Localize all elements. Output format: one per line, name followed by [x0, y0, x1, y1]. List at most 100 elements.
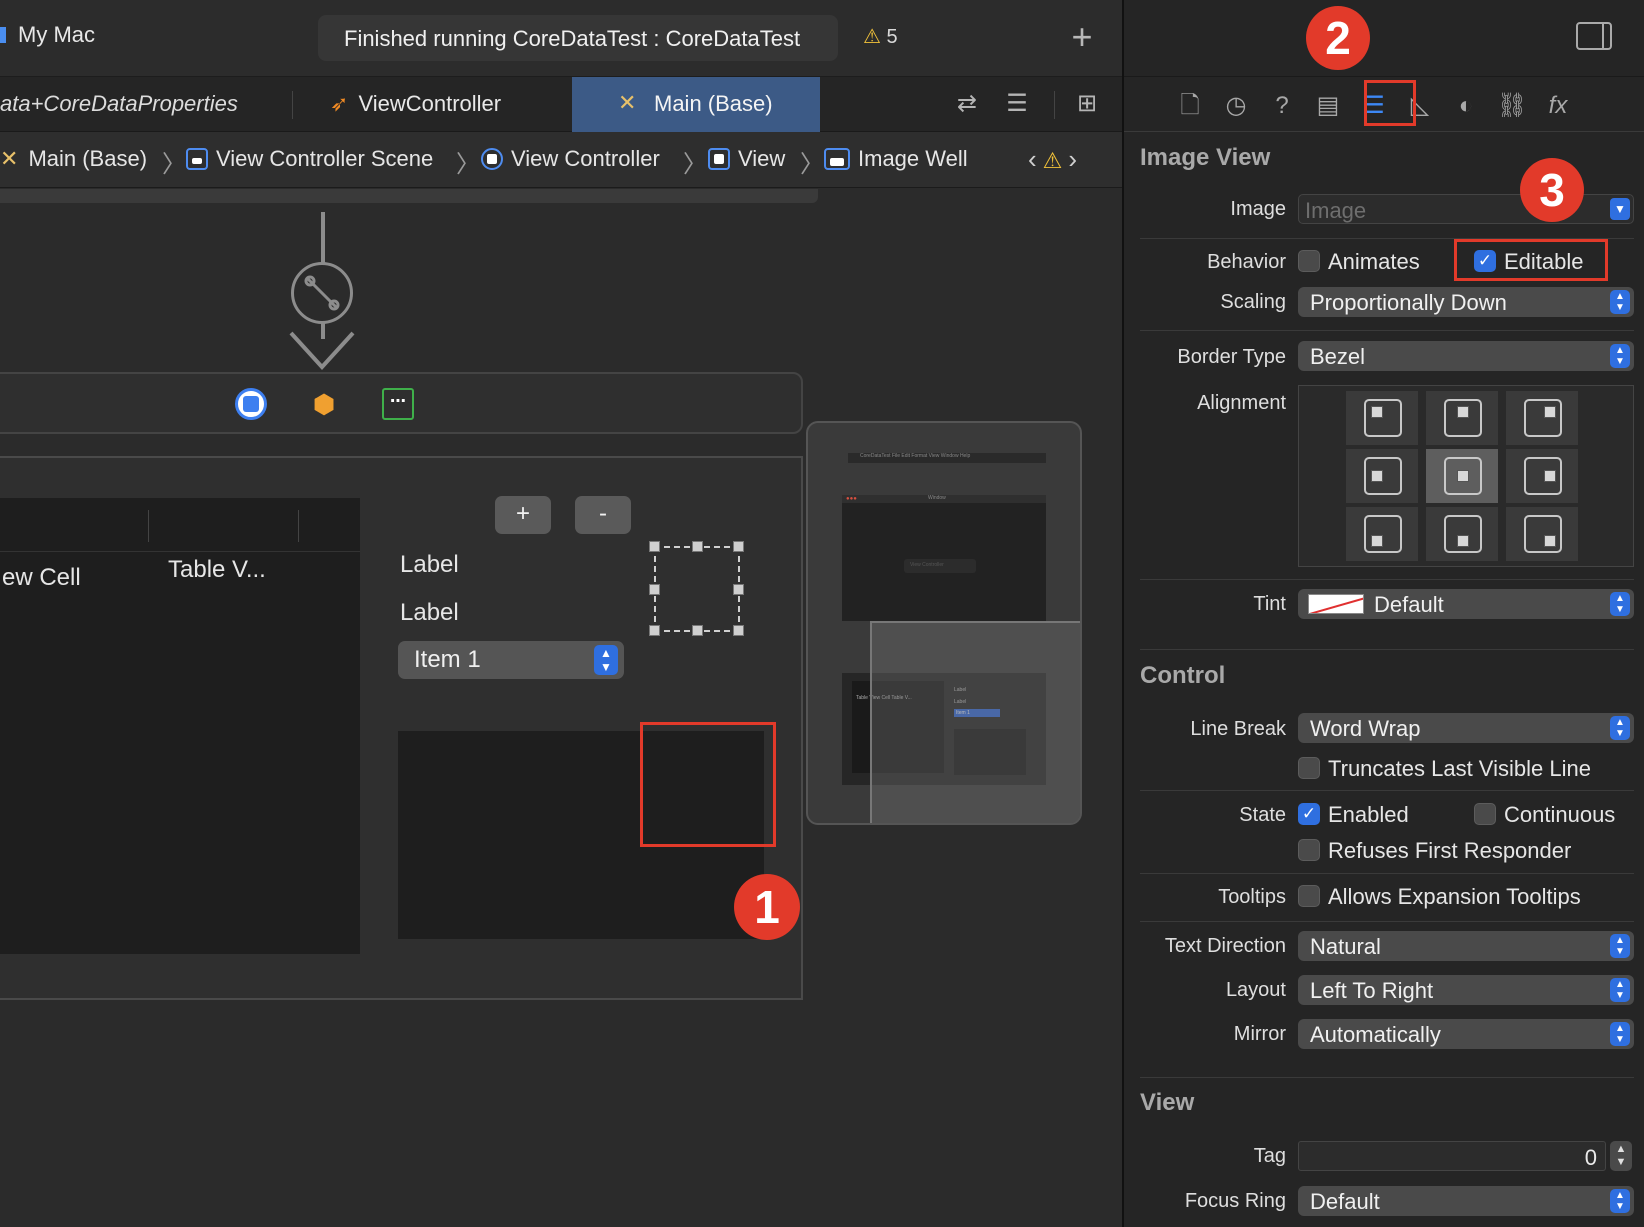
- divider: [1140, 873, 1634, 874]
- effects-icon[interactable]: fx: [1540, 88, 1576, 124]
- continuous-checkbox[interactable]: [1474, 803, 1496, 825]
- object-more-icon[interactable]: ⋯: [382, 388, 414, 420]
- minimap-viewport[interactable]: [870, 621, 1080, 823]
- alignment-bottom-right[interactable]: [1505, 506, 1579, 562]
- layout-popup[interactable]: Left To Right ▲ ▼: [1298, 975, 1634, 1005]
- alignment-top[interactable]: [1425, 390, 1499, 446]
- table-cell[interactable]: ew Cell: [2, 564, 81, 592]
- history-icon[interactable]: ◷: [1218, 88, 1254, 124]
- connections-icon[interactable]: ◐: [1448, 88, 1484, 124]
- resize-handle[interactable]: [692, 541, 703, 552]
- canvas-minimap[interactable]: CoreDataTest File Edit Format View Windo…: [806, 421, 1082, 825]
- add-editor-icon[interactable]: ⊞: [1070, 87, 1104, 121]
- breadcrumb-label: Main (Base): [28, 146, 148, 171]
- line-break-popup[interactable]: Word Wrap ▲ ▼: [1298, 713, 1634, 743]
- chevron-updown-icon: ▲ ▼: [594, 645, 618, 675]
- tab-coredata-properties[interactable]: ata+CoreDataProperties: [0, 77, 292, 132]
- resize-handle[interactable]: [649, 541, 660, 552]
- allows-expansion-tooltips-label: Allows Expansion Tooltips: [1328, 884, 1581, 909]
- editor-options-icon[interactable]: ☰: [1000, 87, 1034, 121]
- refuses-first-responder-checkbox[interactable]: [1298, 839, 1320, 861]
- divider: [1140, 579, 1634, 580]
- mac-icon: [0, 27, 6, 43]
- alignment-bottom[interactable]: [1425, 506, 1499, 562]
- minimap-vc-button-label: View Controller: [910, 562, 944, 568]
- alignment-bottom-left[interactable]: [1345, 506, 1419, 562]
- scaling-popup[interactable]: Proportionally Down ▲ ▼: [1298, 287, 1634, 317]
- table-cell[interactable]: Table V...: [168, 556, 266, 584]
- chevron-right-icon[interactable]: ›: [1068, 144, 1077, 174]
- breadcrumb-view-controller[interactable]: View Controller: [481, 146, 660, 172]
- identity-icon[interactable]: ▤: [1310, 88, 1346, 124]
- storyboard-canvas[interactable]: ⬢ ⋯ ew Cell Table V... + - Label Label I…: [0, 189, 1122, 1227]
- alignment-center[interactable]: [1425, 448, 1499, 504]
- chevron-updown-icon: ▲ ▼: [1610, 978, 1630, 1002]
- animates-checkbox[interactable]: [1298, 250, 1320, 272]
- alignment-left[interactable]: [1345, 448, 1419, 504]
- plus-button[interactable]: +: [495, 496, 551, 534]
- bindings-icon[interactable]: ⛓: [1494, 88, 1530, 124]
- resize-handle[interactable]: [733, 625, 744, 636]
- border-type-popup[interactable]: Bezel ▲ ▼: [1298, 341, 1634, 371]
- image-well[interactable]: [649, 541, 744, 636]
- resize-handle[interactable]: [649, 625, 660, 636]
- sidebar-toggle-icon[interactable]: [1576, 22, 1612, 50]
- breadcrumb-label: Image Well: [858, 146, 968, 171]
- alignment-right[interactable]: [1505, 448, 1579, 504]
- view-controller-icon[interactable]: [235, 388, 267, 420]
- allows-expansion-tooltips-checkbox[interactable]: [1298, 885, 1320, 907]
- breadcrumb-main-base[interactable]: ✕ Main (Base): [0, 146, 147, 172]
- segue-icon[interactable]: [291, 262, 353, 324]
- mirror-value: Automatically: [1310, 1022, 1441, 1047]
- refuses-first-responder-label: Refuses First Responder: [1328, 838, 1572, 863]
- chevron-down-icon[interactable]: ▼: [1610, 198, 1630, 220]
- focus-ring-popup[interactable]: Default ▲ ▼: [1298, 1186, 1634, 1216]
- warning-count: 5: [886, 26, 898, 48]
- truncates-checkbox[interactable]: [1298, 757, 1320, 779]
- line-break-value: Word Wrap: [1310, 716, 1421, 741]
- library-add-button[interactable]: +: [1067, 18, 1097, 56]
- resize-handle[interactable]: [692, 625, 703, 636]
- text-direction-popup[interactable]: Natural ▲ ▼: [1298, 931, 1634, 961]
- breadcrumb-scene[interactable]: View Controller Scene: [186, 146, 433, 172]
- popup-button[interactable]: Item 1 ▲ ▼: [398, 641, 624, 679]
- attributes-tab-highlight: [1364, 80, 1416, 126]
- resize-handle[interactable]: [733, 584, 744, 595]
- label-2[interactable]: Label: [400, 599, 459, 627]
- enabled-checkbox[interactable]: ✓: [1298, 803, 1320, 825]
- tag-field[interactable]: 0: [1298, 1141, 1606, 1171]
- breadcrumb-image-well[interactable]: Image Well: [824, 146, 968, 172]
- table-view[interactable]: ew Cell Table V...: [0, 498, 360, 954]
- alignment-grid: [1298, 385, 1634, 567]
- divider: [1140, 790, 1634, 791]
- tint-popup[interactable]: Default ▲ ▼: [1298, 589, 1634, 619]
- run-destination[interactable]: My Mac: [0, 22, 95, 48]
- alignment-top-right[interactable]: [1505, 390, 1579, 446]
- first-responder-icon[interactable]: ⬢: [308, 388, 340, 420]
- help-icon[interactable]: ?: [1264, 88, 1300, 124]
- mirror-popup[interactable]: Automatically ▲ ▼: [1298, 1019, 1634, 1049]
- line-break-label: Line Break: [1190, 718, 1286, 740]
- activity-status: Finished running CoreDataTest : CoreData…: [318, 15, 838, 61]
- tab-main-storyboard[interactable]: ✕ Main (Base): [572, 77, 820, 132]
- resize-handle[interactable]: [649, 584, 660, 595]
- tab-viewcontroller[interactable]: ➶ ViewController: [330, 77, 501, 132]
- scene-bottom-edge: [0, 189, 818, 203]
- label-1[interactable]: Label: [400, 551, 459, 579]
- file-icon[interactable]: 🗋: [1172, 88, 1208, 124]
- swap-arrows-icon[interactable]: ⇄: [950, 87, 984, 121]
- state-label: State: [1239, 804, 1286, 826]
- minus-button[interactable]: -: [575, 496, 631, 534]
- breadcrumb-label: View Controller: [511, 146, 660, 171]
- behavior-label: Behavior: [1207, 251, 1286, 273]
- warning-badge[interactable]: ⚠ 5: [863, 24, 898, 49]
- warning-icon[interactable]: ⚠: [1043, 148, 1063, 173]
- focus-ring-value: Default: [1310, 1189, 1380, 1214]
- image-combobox[interactable]: Image ▼: [1298, 194, 1634, 224]
- alignment-top-left[interactable]: [1345, 390, 1419, 446]
- chevron-right-icon: 〉: [683, 151, 707, 178]
- breadcrumb-view[interactable]: View: [708, 146, 785, 172]
- chevron-left-icon[interactable]: ‹: [1028, 144, 1037, 174]
- resize-handle[interactable]: [733, 541, 744, 552]
- tag-stepper[interactable]: ▲ ▼: [1610, 1141, 1632, 1171]
